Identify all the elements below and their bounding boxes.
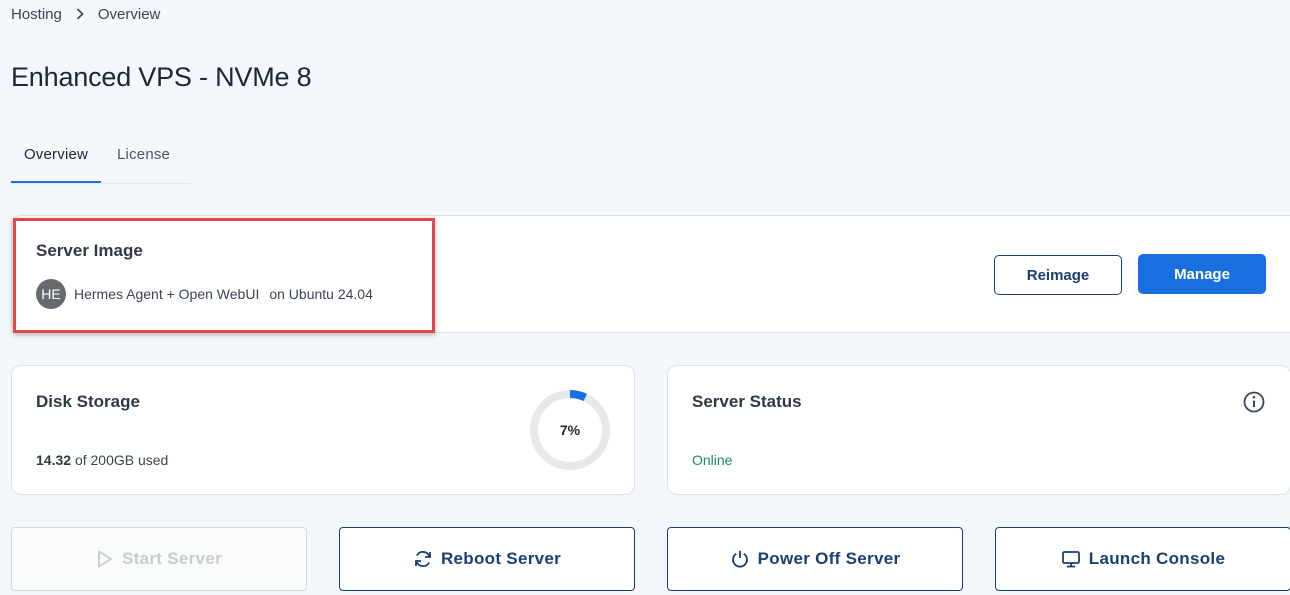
tab-license[interactable]: License	[101, 128, 180, 183]
disk-percent-label: 7%	[559, 422, 581, 438]
tab-bar: Overview License	[11, 128, 191, 184]
monitor-icon	[1061, 551, 1080, 568]
disk-usage-text: 14.32 of 200GB used	[36, 452, 168, 468]
start-server-label: Start Server	[122, 549, 222, 568]
manage-button[interactable]: Manage	[1138, 254, 1266, 294]
server-status-title: Server Status	[692, 392, 802, 411]
info-icon[interactable]	[1242, 390, 1266, 414]
reboot-server-button[interactable]: Reboot Server	[339, 527, 635, 591]
server-image-title: Server Image	[36, 241, 143, 260]
power-off-server-button[interactable]: Power Off Server	[667, 527, 963, 591]
breadcrumb-current: Overview	[97, 6, 161, 23]
power-off-server-label: Power Off Server	[757, 549, 901, 568]
server-image-name: Hermes Agent + Open WebUI	[74, 286, 260, 302]
breadcrumb: Hosting Overview	[11, 6, 160, 23]
disk-storage-card: Disk Storage 14.32 of 200GB used 7%	[11, 365, 635, 495]
launch-console-label: Launch Console	[1088, 549, 1226, 568]
avatar: HE	[36, 279, 66, 309]
refresh-icon	[415, 551, 431, 567]
chevron-right-icon	[76, 7, 84, 23]
play-icon	[98, 550, 112, 568]
power-icon	[731, 550, 748, 568]
server-image-os: on Ubuntu 24.04	[269, 286, 373, 302]
server-image-row: HE Hermes Agent + Open WebUI on Ubuntu 2…	[36, 279, 373, 309]
server-status-card: Server Status Online	[667, 365, 1290, 495]
disk-used-value: 14.32	[36, 452, 72, 468]
launch-console-button[interactable]: Launch Console	[995, 527, 1290, 591]
server-status-value: Online	[692, 452, 733, 468]
start-server-button[interactable]: Start Server	[11, 527, 307, 591]
page-title: Enhanced VPS - NVMe 8	[11, 62, 312, 92]
breadcrumb-hosting-link[interactable]: Hosting	[11, 6, 62, 23]
server-image-card: Server Image HE Hermes Agent + Open WebU…	[11, 215, 1290, 333]
reimage-button[interactable]: Reimage	[994, 255, 1122, 295]
disk-storage-title: Disk Storage	[36, 392, 140, 411]
tab-overview[interactable]: Overview	[11, 128, 101, 183]
disk-total-text: of 200GB used	[74, 452, 169, 468]
reboot-server-label: Reboot Server	[440, 549, 562, 568]
